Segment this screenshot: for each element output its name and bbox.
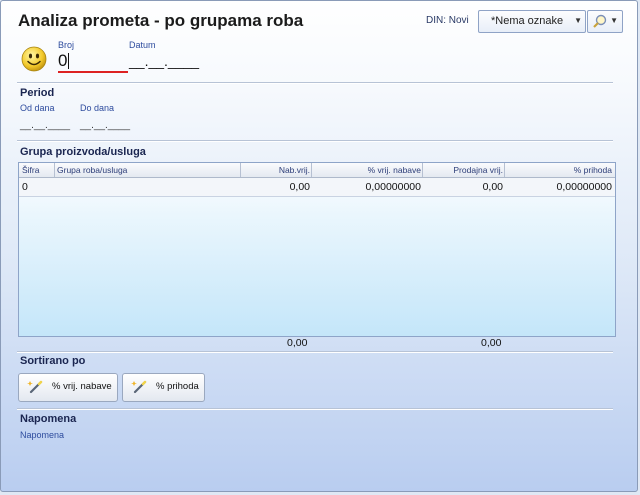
grupa-title: Grupa proizvoda/usluga xyxy=(20,146,146,158)
napomena-field[interactable]: Napomena xyxy=(20,430,64,440)
col-header-grupa[interactable]: Grupa roba/usluga xyxy=(57,165,127,175)
do-dana-label: Do dana xyxy=(80,103,115,113)
broj-input[interactable]: 0 xyxy=(58,51,67,71)
divider xyxy=(17,82,613,84)
column-divider xyxy=(240,163,241,177)
total-nab-vrij: 0,00 xyxy=(287,337,308,349)
col-header-sifra[interactable]: Šifra xyxy=(22,165,39,175)
datum-label: Datum xyxy=(129,40,156,50)
cell-prodajna-vrij: 0,00 xyxy=(482,181,503,193)
do-dana-input[interactable]: __.__.____ xyxy=(80,120,130,131)
period-title: Period xyxy=(20,87,55,99)
cell-sifra: 0 xyxy=(22,181,28,193)
page-title: Analiza prometa - po grupama roba xyxy=(18,11,304,30)
cell-pct-prihoda: 0,00000000 xyxy=(556,181,612,193)
tag-combo[interactable]: *Nema oznake ▼ xyxy=(478,10,586,33)
magic-wand-icon xyxy=(27,380,43,394)
tag-combo-value: *Nema oznake xyxy=(491,15,564,27)
smiley-icon xyxy=(21,46,47,72)
sort-prihoda-button[interactable]: % prihoda xyxy=(122,373,205,402)
total-prodajna-vrij: 0,00 xyxy=(481,337,502,349)
grid-header: Šifra Grupa roba/usluga Nab.vrij. % vrij… xyxy=(19,163,615,178)
col-header-nab-vrij[interactable]: Nab.vrij. xyxy=(279,165,310,175)
broj-label: Broj xyxy=(58,40,75,50)
column-divider xyxy=(54,163,55,177)
search-button[interactable]: ▼ xyxy=(587,10,623,33)
column-divider xyxy=(311,163,312,177)
col-header-pct-nabave[interactable]: % vrij. nabave xyxy=(368,165,421,175)
divider xyxy=(17,408,613,410)
sort-title: Sortirano po xyxy=(20,355,86,367)
divider xyxy=(17,351,613,353)
cell-nab-vrij: 0,00 xyxy=(289,181,310,193)
form-window: Analiza prometa - po grupama roba DIN: N… xyxy=(0,0,638,492)
column-divider xyxy=(504,163,505,177)
broj-underline xyxy=(58,71,128,73)
search-icon xyxy=(593,14,607,28)
cell-pct-nabave: 0,00000000 xyxy=(365,181,421,193)
din-label: DIN: Novi xyxy=(426,15,469,26)
sort-nabave-button[interactable]: % vrij. nabave xyxy=(18,373,118,402)
divider xyxy=(17,140,613,142)
sort-nabave-label: % vrij. nabave xyxy=(52,381,112,392)
datum-input[interactable]: __.__.____ xyxy=(129,53,199,69)
table-row[interactable]: 0 0,00 0,00000000 0,00 0,00000000 xyxy=(19,178,615,197)
col-header-pct-prihoda[interactable]: % prihoda xyxy=(574,165,612,175)
od-dana-label: Od dana xyxy=(20,103,55,113)
chevron-down-icon: ▼ xyxy=(574,16,582,25)
napomena-title: Napomena xyxy=(20,413,77,425)
od-dana-input[interactable]: __.__.____ xyxy=(20,120,70,131)
chevron-down-icon: ▼ xyxy=(610,16,618,25)
sort-prihoda-label: % prihoda xyxy=(156,381,199,392)
magic-wand-icon xyxy=(131,380,147,394)
text-caret xyxy=(68,53,69,69)
grupa-grid[interactable]: Šifra Grupa roba/usluga Nab.vrij. % vrij… xyxy=(18,162,616,337)
col-header-prodajna-vrij[interactable]: Prodajna vrij. xyxy=(453,165,503,175)
column-divider xyxy=(422,163,423,177)
